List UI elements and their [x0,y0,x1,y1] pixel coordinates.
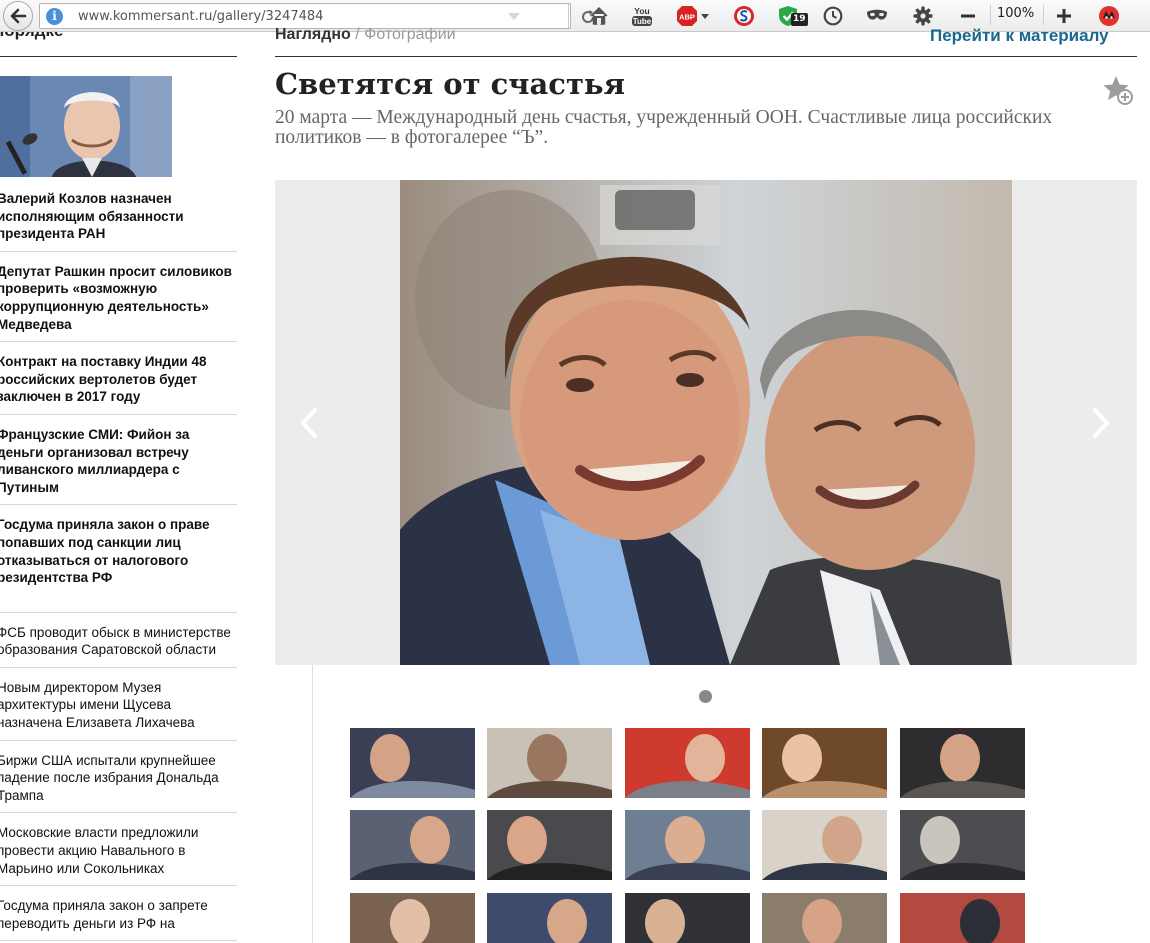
breadcrumb-current: Фотографии [364,26,456,43]
gallery-thumbnail[interactable] [900,810,1025,880]
thumbnail-image [487,810,612,880]
content-divider [312,665,313,943]
news-item[interactable]: Московские власти предложили провести ак… [0,822,237,887]
sidebar-divider [0,56,237,57]
thumbnail-image [762,728,887,798]
gallery-thumbnail[interactable] [762,810,887,880]
sidebar-news-photo[interactable] [0,76,172,177]
gallery-thumbnail[interactable] [762,893,887,943]
gallery-thumbnail[interactable] [487,728,612,798]
gallery-photo-image [400,180,1012,665]
news-item[interactable]: Депутат Рашкин просит силовиков проверит… [0,261,237,343]
news-list: Валерий Козлов назначен исполняющим обяз… [0,188,237,943]
gallery-thumbnail[interactable] [900,893,1025,943]
thumbnail-image [350,893,475,943]
breadcrumb-separator: / [350,26,365,43]
zoom-divider [1043,5,1044,25]
gallery-thumbnail[interactable] [625,728,750,798]
chevron-left-icon[interactable] [295,405,325,441]
zoom-divider [990,5,991,25]
page-title: Светятся от счастья [275,67,626,101]
thumbnail-image [900,893,1025,943]
zoom-out-button[interactable] [957,5,979,27]
gear-icon [913,6,933,26]
youtube-button[interactable]: You Tube [631,5,653,27]
lead-paragraph: 20 марта — Международный день счастья, у… [275,107,1053,148]
gallery-thumbnail[interactable] [625,893,750,943]
home-button[interactable] [588,5,610,27]
url-text[interactable]: www.kommersant.ru/gallery/3247484 [78,9,323,24]
mascot-icon [1099,6,1119,26]
info-icon[interactable]: i [46,8,63,25]
thumbnail-image [625,893,750,943]
star-add-icon[interactable] [1102,74,1134,106]
news-item[interactable]: ФСБ проводит обыск в министерстве образо… [0,622,237,668]
carousel-page-indicator[interactable] [699,690,712,703]
sidebar-heading: порядке [0,32,64,41]
goto-article-link[interactable]: Перейти к материалу [930,26,1109,46]
youtube-icon: You Tube [632,6,652,26]
news-item[interactable]: Биржи США испытали крупнейшее падение по… [0,750,237,814]
zoom-in-button[interactable] [1053,5,1075,27]
settings-button[interactable] [912,5,934,27]
thumbnail-image [350,728,475,798]
thumbnail-image [350,810,475,880]
gallery-thumbnail[interactable] [762,728,887,798]
news-item[interactable]: Госдума приняла закон о праве попавших п… [0,514,237,613]
stop-icon [734,6,754,26]
gallery-thumbnail[interactable] [900,728,1025,798]
private-mode-button[interactable] [866,5,888,27]
history-button[interactable] [822,5,844,27]
breadcrumb-section[interactable]: Наглядно [275,26,351,43]
thumbnail-image [900,810,1025,880]
thumbnail-image [487,893,612,943]
mask-icon [867,9,887,20]
news-item[interactable]: Госдума приняла закон о запрете переводи… [0,895,237,942]
portrait-image [0,76,172,177]
news-item[interactable]: Валерий Козлов назначен исполняющим обяз… [0,188,237,252]
thumbnail-image [625,728,750,798]
news-sidebar: порядке Валерий Козлов назначен исполняю… [0,32,237,943]
back-arrow-icon [10,8,27,24]
gallery-thumbnail[interactable] [487,810,612,880]
gallery-thumbnail[interactable] [625,810,750,880]
news-item[interactable]: Новым директором Музея архитектуры имени… [0,677,237,741]
clock-icon [823,6,843,26]
home-icon [590,7,608,25]
header-divider [275,56,1137,57]
gallery-thumbnail[interactable] [350,728,475,798]
adblock-icon: ABP [677,6,709,26]
back-button[interactable] [3,1,33,31]
zoom-level[interactable]: 100% [997,6,1034,21]
svg-text:ABP: ABP [679,13,695,22]
notification-badge: 19 [791,13,808,26]
thumbnail-image [625,810,750,880]
news-item[interactable]: Французские СМИ: Фийон за деньги организ… [0,424,237,506]
minus-icon [961,14,975,18]
thumbnail-image [900,728,1025,798]
gallery-thumbnail[interactable] [487,893,612,943]
stop-button[interactable] [733,5,755,27]
gallery-thumbnail[interactable] [350,893,475,943]
svg-text:Tube: Tube [633,17,652,26]
adblock-button[interactable]: ABP [676,5,712,27]
thumbnail-image [487,728,612,798]
shield-button[interactable]: 19 [778,5,810,27]
chevron-down-icon[interactable] [505,8,523,25]
photo-carousel [275,180,1137,665]
gallery-thumbnail[interactable] [350,810,475,880]
extension-button[interactable] [1098,5,1120,27]
main-photo[interactable] [400,180,1012,665]
address-divider [568,4,569,28]
news-item[interactable]: Контракт на поставку Индии 48 российских… [0,351,237,415]
thumbnail-image [762,893,887,943]
plus-icon [1057,9,1071,23]
svg-text:You: You [634,6,649,16]
breadcrumb: Наглядно / Фотографии [275,26,456,44]
chevron-right-icon[interactable] [1085,405,1115,441]
thumbnail-image [762,810,887,880]
